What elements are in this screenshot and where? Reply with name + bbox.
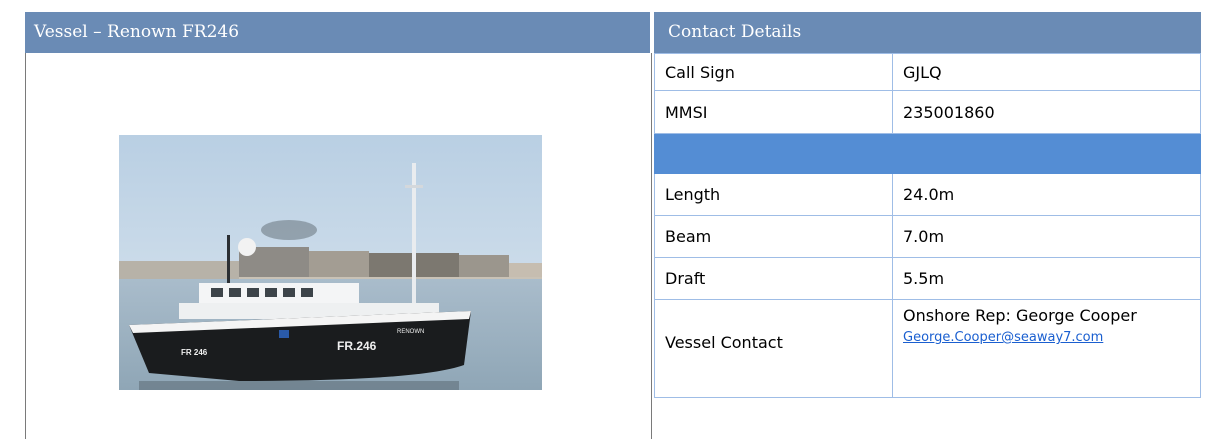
vessel-contact-label: Vessel Contact [654,299,893,398]
separator-band [654,133,1201,174]
beam-label: Beam [654,215,893,258]
onshore-rep-line: Onshore Rep: George Cooper [903,306,1200,326]
vessel-panel-body: FR.246 RENOWN FR 246 [25,53,652,439]
call-sign-value: GJLQ [892,53,1201,91]
onshore-rep-prefix: Onshore Rep: [903,306,1017,325]
table-row: Vessel Contact Onshore Rep: George Coope… [654,299,1201,398]
mmsi-label: MMSI [654,90,893,134]
onshore-rep-name: George Cooper [1016,306,1137,325]
table-row: Call Sign GJLQ [654,53,1201,91]
section-separator-row [654,133,1201,174]
mmsi-value: 235001860 [892,90,1201,134]
contact-email-link[interactable]: George.Cooper@seaway7.com [903,330,1103,346]
draft-label: Draft [654,257,893,300]
draft-value: 5.5m [892,257,1201,300]
table-row: Length 24.0m [654,173,1201,216]
table-row: Beam 7.0m [654,215,1201,258]
table-row: MMSI 235001860 [654,90,1201,134]
vessel-panel-header: Vessel – Renown FR246 [25,12,650,53]
contact-panel-header: Contact Details [654,12,1201,53]
length-label: Length [654,173,893,216]
vessel-photo: FR.246 RENOWN FR 246 [119,135,542,390]
hull-number-text: FR.246 [337,339,377,353]
beam-value: 7.0m [892,215,1201,258]
vessel-contact-value: Onshore Rep: George Cooper George.Cooper… [892,299,1201,398]
vessel-info-sheet: Vessel – Renown FR246 FR.246 RENOWN FR 2… [0,0,1208,439]
call-sign-label: Call Sign [654,53,893,91]
bow-number-text: FR 246 [181,348,208,357]
length-value: 24.0m [892,173,1201,216]
table-row: Draft 5.5m [654,257,1201,300]
hull-name-text: RENOWN [397,329,424,335]
contact-details-table: Call Sign GJLQ MMSI 235001860 Length 24.… [654,53,1201,398]
